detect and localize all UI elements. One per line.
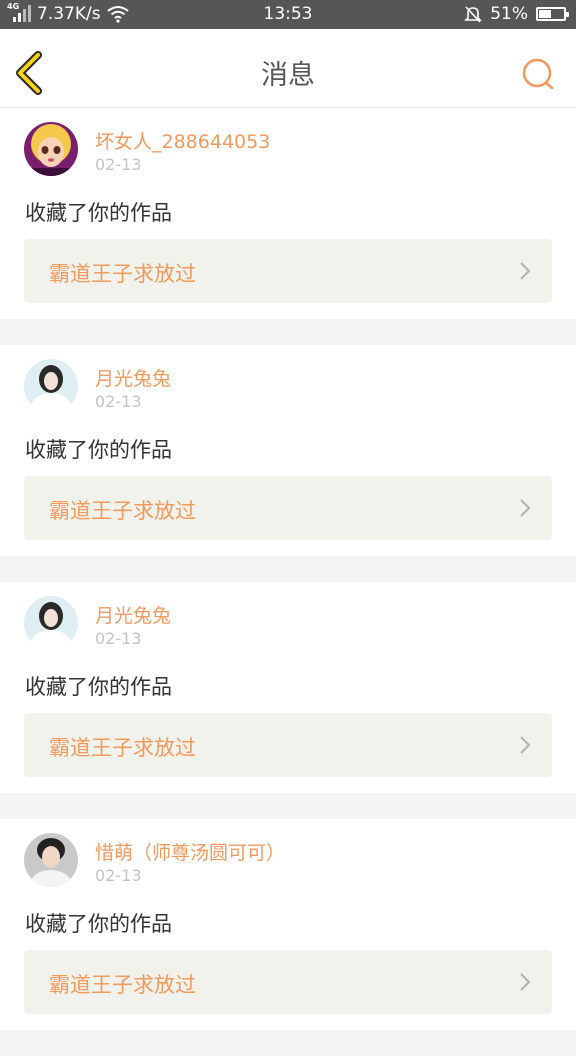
avatar[interactable] <box>24 359 78 413</box>
battery-percent: 51% <box>490 4 528 24</box>
message-text: 收藏了你的作品 <box>25 438 172 462</box>
chevron-right-icon <box>520 262 531 280</box>
page-title: 消息 <box>261 60 315 91</box>
message-text: 收藏了你的作品 <box>25 912 172 936</box>
status-right: 51% <box>464 4 569 24</box>
search-button[interactable] <box>520 57 556 93</box>
message-date: 02-13 <box>95 866 142 885</box>
chevron-right-icon <box>520 736 531 754</box>
message-list: 坏女人_288644053 02-13 收藏了你的作品 霸道王子求放过 月光兔兔… <box>0 108 576 1056</box>
chevron-right-icon <box>520 499 531 517</box>
search-icon <box>522 58 554 90</box>
avatar[interactable] <box>24 596 78 650</box>
avatar[interactable] <box>24 122 78 176</box>
work-title: 霸道王子求放过 <box>49 499 196 523</box>
chevron-right-icon <box>520 973 531 991</box>
work-link[interactable]: 霸道王子求放过 <box>24 950 552 1014</box>
message-text: 收藏了你的作品 <box>25 201 172 225</box>
message-date: 02-13 <box>95 392 142 411</box>
work-title: 霸道王子求放过 <box>49 973 196 997</box>
message-card: 月光兔兔 02-13 收藏了你的作品 霸道王子求放过 <box>0 345 576 556</box>
username[interactable]: 月光兔兔 <box>95 601 171 628</box>
message-date: 02-13 <box>95 629 142 648</box>
message-card: 月光兔兔 02-13 收藏了你的作品 霸道王子求放过 <box>0 582 576 793</box>
message-card: 坏女人_288644053 02-13 收藏了你的作品 霸道王子求放过 <box>0 108 576 319</box>
message-date: 02-13 <box>95 155 142 174</box>
work-link[interactable]: 霸道王子求放过 <box>24 476 552 540</box>
username[interactable]: 月光兔兔 <box>95 364 171 391</box>
header-bar: 消息 <box>0 29 576 108</box>
username[interactable]: 惜萌（师尊汤圆可可） <box>95 838 285 865</box>
avatar[interactable] <box>24 833 78 887</box>
username[interactable]: 坏女人_288644053 <box>95 127 270 154</box>
battery-icon <box>536 7 569 21</box>
work-link[interactable]: 霸道王子求放过 <box>24 239 552 303</box>
bell-muted-icon <box>464 6 483 23</box>
message-text: 收藏了你的作品 <box>25 675 172 699</box>
message-card: 惜萌（师尊汤圆可可） 02-13 收藏了你的作品 霸道王子求放过 <box>0 819 576 1030</box>
work-link[interactable]: 霸道王子求放过 <box>24 713 552 777</box>
work-title: 霸道王子求放过 <box>49 262 196 286</box>
work-title: 霸道王子求放过 <box>49 736 196 760</box>
status-bar: 4G 7.37K/s 13:53 51% <box>0 0 576 29</box>
